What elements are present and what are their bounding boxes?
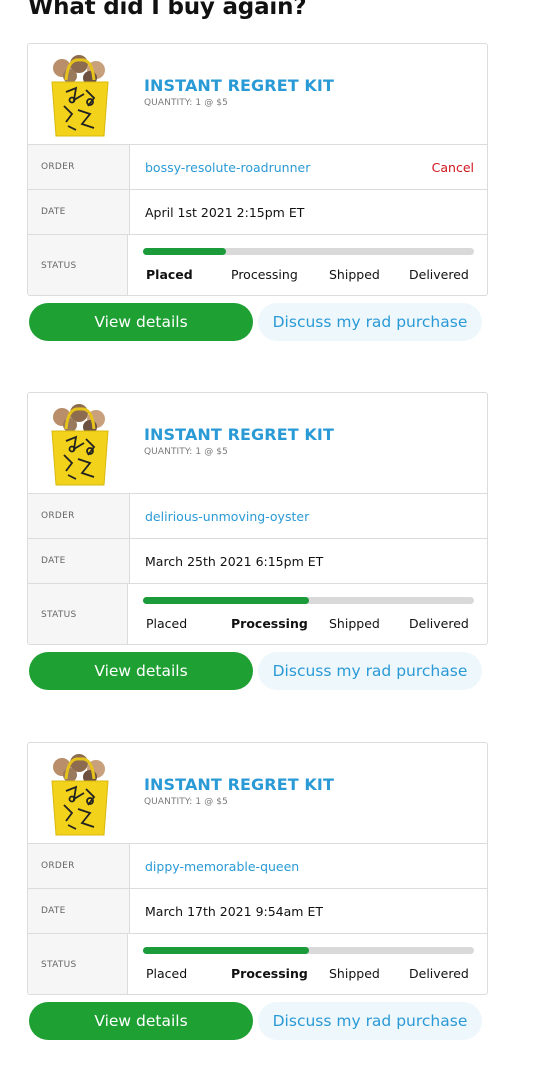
status-stages: Placed Processing Shipped Delivered (143, 267, 474, 287)
status-row: STATUS Placed Processing Shipped Deliver… (28, 235, 487, 295)
status-row: STATUS Placed Processing Shipped Deliver… (28, 934, 487, 994)
progress-bar (143, 947, 474, 954)
progress-fill (143, 597, 309, 604)
status-label: STATUS (28, 934, 128, 994)
stage-placed: Placed (146, 267, 193, 282)
order-actions: View details Discuss my rad purchase (27, 650, 488, 694)
status-value: Placed Processing Shipped Delivered (128, 584, 487, 644)
order-label: ORDER (28, 494, 130, 538)
order-card: INSTANT REGRET KIT QUANTITY: 1 @ $5 ORDE… (27, 742, 488, 995)
stage-processing: Processing (231, 966, 308, 981)
order-block: INSTANT REGRET KIT QUANTITY: 1 @ $5 ORDE… (27, 43, 488, 345)
progress-fill (143, 947, 309, 954)
stage-delivered: Delivered (409, 616, 469, 631)
order-id-link[interactable]: dippy-memorable-queen (145, 859, 299, 874)
stage-processing: Processing (231, 267, 298, 282)
status-label: STATUS (28, 235, 128, 295)
product-header: INSTANT REGRET KIT QUANTITY: 1 @ $5 (28, 743, 487, 844)
date-value: March 17th 2021 9:54am ET (130, 889, 487, 933)
status-row: STATUS Placed Processing Shipped Deliver… (28, 584, 487, 644)
order-block: INSTANT REGRET KIT QUANTITY: 1 @ $5 ORDE… (27, 392, 488, 694)
order-date: March 25th 2021 6:15pm ET (145, 553, 324, 569)
date-value: April 1st 2021 2:15pm ET (130, 190, 487, 234)
product-quantity: QUANTITY: 1 @ $5 (144, 797, 228, 807)
order-block: INSTANT REGRET KIT QUANTITY: 1 @ $5 ORDE… (27, 742, 488, 1044)
order-actions: View details Discuss my rad purchase (27, 301, 488, 345)
status-stages: Placed Processing Shipped Delivered (143, 616, 474, 636)
order-card: INSTANT REGRET KIT QUANTITY: 1 @ $5 ORDE… (27, 392, 488, 645)
order-date: March 17th 2021 9:54am ET (145, 903, 323, 919)
order-value: dippy-memorable-queen (130, 844, 487, 888)
product-header: INSTANT REGRET KIT QUANTITY: 1 @ $5 (28, 393, 487, 494)
product-header: INSTANT REGRET KIT QUANTITY: 1 @ $5 (28, 44, 487, 145)
view-details-button[interactable]: View details (29, 303, 253, 341)
order-label: ORDER (28, 844, 130, 888)
product-image[interactable] (46, 403, 114, 487)
cancel-link[interactable]: Cancel (432, 160, 474, 175)
product-name[interactable]: INSTANT REGRET KIT (144, 76, 334, 95)
order-date: April 1st 2021 2:15pm ET (145, 204, 305, 220)
order-value: bossy-resolute-roadrunner Cancel (130, 145, 487, 189)
product-image[interactable] (46, 54, 114, 138)
date-row: DATE March 17th 2021 9:54am ET (28, 889, 487, 934)
order-card: INSTANT REGRET KIT QUANTITY: 1 @ $5 ORDE… (27, 43, 488, 296)
date-label: DATE (28, 539, 130, 583)
status-value: Placed Processing Shipped Delivered (128, 235, 487, 295)
status-value: Placed Processing Shipped Delivered (128, 934, 487, 994)
order-value: delirious-unmoving-oyster (130, 494, 487, 538)
date-label: DATE (28, 889, 130, 933)
order-id-link[interactable]: delirious-unmoving-oyster (145, 509, 309, 524)
date-row: DATE March 25th 2021 6:15pm ET (28, 539, 487, 584)
stage-processing: Processing (231, 616, 308, 631)
stage-shipped: Shipped (329, 267, 380, 282)
view-details-button[interactable]: View details (29, 1002, 253, 1040)
order-label: ORDER (28, 145, 130, 189)
stage-delivered: Delivered (409, 267, 469, 282)
date-row: DATE April 1st 2021 2:15pm ET (28, 190, 487, 235)
stage-shipped: Shipped (329, 616, 380, 631)
view-details-button[interactable]: View details (29, 652, 253, 690)
page-title: What did I buy again? (28, 0, 307, 20)
order-row: ORDER delirious-unmoving-oyster (28, 494, 487, 539)
stage-delivered: Delivered (409, 966, 469, 981)
stage-shipped: Shipped (329, 966, 380, 981)
stage-placed: Placed (146, 966, 188, 981)
product-quantity: QUANTITY: 1 @ $5 (144, 98, 228, 108)
progress-bar (143, 248, 474, 255)
status-stages: Placed Processing Shipped Delivered (143, 966, 474, 986)
date-label: DATE (28, 190, 130, 234)
stage-placed: Placed (146, 616, 188, 631)
order-row: ORDER bossy-resolute-roadrunner Cancel (28, 145, 487, 190)
order-actions: View details Discuss my rad purchase (27, 1000, 488, 1044)
product-image[interactable] (46, 753, 114, 837)
order-row: ORDER dippy-memorable-queen (28, 844, 487, 889)
progress-bar (143, 597, 474, 604)
date-value: March 25th 2021 6:15pm ET (130, 539, 487, 583)
product-quantity: QUANTITY: 1 @ $5 (144, 447, 228, 457)
discuss-purchase-button[interactable]: Discuss my rad purchase (258, 303, 482, 341)
order-id-link[interactable]: bossy-resolute-roadrunner (145, 160, 310, 175)
product-name[interactable]: INSTANT REGRET KIT (144, 425, 334, 444)
progress-fill (143, 248, 226, 255)
status-label: STATUS (28, 584, 128, 644)
discuss-purchase-button[interactable]: Discuss my rad purchase (258, 1002, 482, 1040)
product-name[interactable]: INSTANT REGRET KIT (144, 775, 334, 794)
discuss-purchase-button[interactable]: Discuss my rad purchase (258, 652, 482, 690)
